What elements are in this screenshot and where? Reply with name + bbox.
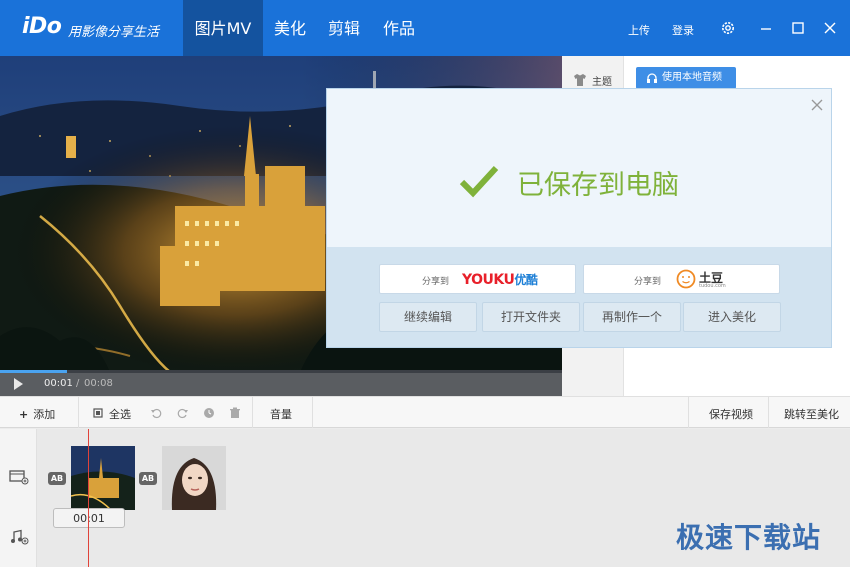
time-separator: / xyxy=(76,378,80,389)
undo-icon[interactable] xyxy=(150,407,162,419)
theme-nav-item[interactable]: 主题 xyxy=(572,70,622,90)
upload-link[interactable]: 上传 xyxy=(628,22,650,38)
dialog-actions-area xyxy=(327,247,831,347)
tudou-logo-icon xyxy=(676,269,696,289)
toolbar-divider xyxy=(78,397,79,428)
edit-toolbar: + 添加 全选 音量 保存视频 跳转至美化 xyxy=(0,396,850,428)
title-bar: iDo 用影像分享生活 图片MV 美化 剪辑 作品 上传 登录 xyxy=(0,0,850,56)
open-folder-button[interactable]: 打开文件夹 xyxy=(482,302,580,332)
success-check-icon xyxy=(459,165,499,198)
share-to-youku-button[interactable]: 分享到 YOUKU优酷 xyxy=(379,264,576,294)
tab-beautify[interactable]: 美化 xyxy=(263,0,317,56)
maximize-icon[interactable] xyxy=(789,19,807,37)
use-local-audio-label: 使用本地音频 xyxy=(662,72,722,83)
add-button[interactable]: + 添加 xyxy=(19,406,55,422)
tudou-sub-text: tudou.com xyxy=(699,283,726,289)
timeline-track-headers xyxy=(0,429,37,567)
youku-brand-text: YOUKU xyxy=(462,272,515,288)
minimize-icon[interactable] xyxy=(757,19,775,37)
timeline-playhead[interactable] xyxy=(88,429,89,567)
share-to-label: 分享到 xyxy=(422,277,450,287)
toolbar-divider xyxy=(768,397,769,428)
total-time: 00:08 xyxy=(84,378,113,389)
timeline-clip-castle[interactable] xyxy=(71,446,135,510)
clock-icon[interactable] xyxy=(203,407,215,419)
settings-gear-icon[interactable] xyxy=(719,19,737,37)
saved-message: 已保存到电脑 xyxy=(517,170,679,201)
toolbar-divider xyxy=(688,397,689,428)
continue-edit-button[interactable]: 继续编辑 xyxy=(379,302,477,332)
select-all-icon xyxy=(93,408,103,418)
current-time: 00:01 xyxy=(44,378,73,389)
plus-icon: + xyxy=(19,408,29,421)
login-link[interactable]: 登录 xyxy=(672,22,694,38)
dialog-close-icon[interactable] xyxy=(809,97,825,113)
share-to-tudou-button[interactable]: 分享到 土豆 tudou.com xyxy=(583,264,780,294)
tab-works[interactable]: 作品 xyxy=(371,0,427,56)
enter-beautify-button[interactable]: 进入美化 xyxy=(683,302,781,332)
theme-label: 主题 xyxy=(592,77,612,88)
toolbar-divider xyxy=(252,397,253,428)
site-watermark: 极速下载站 xyxy=(676,521,822,554)
toolbar-divider xyxy=(312,397,313,428)
make-another-button[interactable]: 再制作一个 xyxy=(583,302,681,332)
tab-edit[interactable]: 剪辑 xyxy=(317,0,371,56)
timeline-clip-portrait[interactable] xyxy=(162,446,226,510)
app-slogan: 用影像分享生活 xyxy=(68,25,160,40)
redo-icon[interactable] xyxy=(177,407,189,419)
app-logo: iDo xyxy=(22,14,62,39)
clip-time-chip: 00:01 xyxy=(53,508,125,528)
select-all-label: 全选 xyxy=(109,408,131,421)
tshirt-icon xyxy=(574,74,586,86)
save-video-button[interactable]: 保存视频 xyxy=(709,406,753,422)
share-to-label: 分享到 xyxy=(634,277,662,287)
tab-picture-mv[interactable]: 图片MV xyxy=(183,0,263,56)
close-window-icon[interactable] xyxy=(821,19,839,37)
youku-logo: YOUKU优酷 xyxy=(462,271,538,288)
player-controls: 00:01 / 00:08 xyxy=(0,373,562,396)
select-all-button[interactable]: 全选 xyxy=(93,406,131,422)
clip-thumbnail-portrait xyxy=(162,446,226,510)
music-track-icon[interactable] xyxy=(9,529,29,545)
clip-thumbnail-castle xyxy=(71,446,135,510)
volume-button[interactable]: 音量 xyxy=(270,406,292,422)
add-label: 添加 xyxy=(33,408,56,421)
use-local-audio-button[interactable]: 使用本地音频 xyxy=(636,67,736,89)
delete-trash-icon[interactable] xyxy=(229,407,241,419)
play-button[interactable] xyxy=(14,378,23,390)
video-track-icon[interactable] xyxy=(9,469,29,485)
transition-ab-badge[interactable]: AB xyxy=(139,472,157,485)
headphones-icon xyxy=(647,73,657,83)
saved-dialog: 已保存到电脑 分享到 YOUKU优酷 分享到 土豆 tudou.com 继续编辑… xyxy=(326,88,832,348)
jump-to-beautify-button[interactable]: 跳转至美化 xyxy=(784,406,839,422)
transition-ab-badge[interactable]: AB xyxy=(48,472,66,485)
youku-cn-text: 优酷 xyxy=(514,273,538,287)
